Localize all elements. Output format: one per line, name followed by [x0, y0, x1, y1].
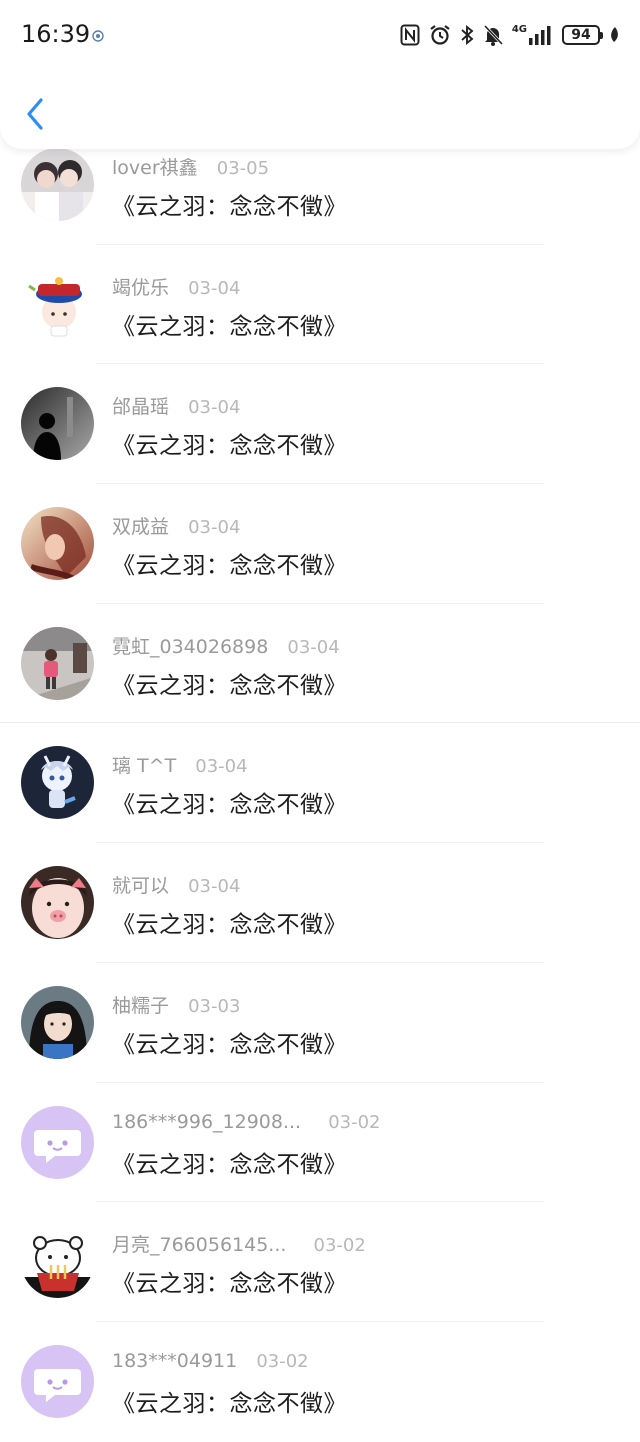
- leaf-icon: [609, 25, 621, 45]
- item-meta: 就可以 03-04: [112, 871, 240, 898]
- avatar[interactable]: [21, 1344, 94, 1418]
- item-title: 《云之羽：念念不徵》: [112, 1390, 347, 1417]
- list-item[interactable]: 霓虹_034026898 03-04 《云之羽：念念不徵》: [0, 604, 640, 724]
- avatar[interactable]: [21, 1105, 94, 1179]
- item-title: 《云之羽：念念不徵》: [112, 433, 347, 460]
- user-list: lover祺鑫 03-05 《云之羽：念念不徵》 竭优乐 03-04 《云之羽：…: [0, 125, 640, 1442]
- list-item[interactable]: 就可以 03-04 《云之羽：念念不徵》: [0, 843, 640, 963]
- item-title: 《云之羽：念念不徵》: [112, 313, 347, 340]
- item-meta: lover祺鑫 03-05: [112, 153, 269, 180]
- item-date: 03-04: [188, 277, 241, 299]
- list-item[interactable]: 竭优乐 03-04 《云之羽：念念不徵》: [0, 245, 640, 365]
- item-title: 《云之羽：念念不徵》: [112, 792, 347, 819]
- alarm-icon: [429, 24, 451, 46]
- avatar[interactable]: [21, 626, 94, 700]
- avatar[interactable]: [21, 267, 94, 341]
- list-item[interactable]: 柚糯子 03-03 《云之羽：念念不徵》: [0, 963, 640, 1083]
- user-name: 双成益: [112, 516, 170, 539]
- item-date: 03-04: [195, 756, 248, 778]
- user-name: 璃 T^T: [112, 755, 177, 778]
- user-name: 霓虹_034026898: [112, 635, 269, 658]
- location-icon: [92, 27, 104, 46]
- avatar[interactable]: [21, 746, 94, 820]
- status-bar: 16:39 4G 94: [0, 0, 640, 68]
- list-item[interactable]: 183***04911 03-02 《云之羽：念念不徵》: [0, 1322, 640, 1442]
- item-meta: 柚糯子 03-03: [112, 991, 240, 1018]
- user-name: 柚糯子: [112, 994, 170, 1017]
- item-meta: 邰晶瑶 03-04: [112, 392, 240, 419]
- item-date: 03-04: [188, 517, 241, 539]
- battery-level: 94: [571, 27, 591, 43]
- user-name: 就可以: [112, 875, 170, 898]
- signal-4g-icon: 4G: [512, 25, 553, 45]
- item-title: 《云之羽：念念不徵》: [112, 553, 347, 580]
- back-button[interactable]: [18, 93, 52, 135]
- mute-bell-icon: [483, 24, 503, 46]
- item-date: 03-04: [188, 876, 241, 898]
- user-name: 竭优乐: [112, 276, 170, 299]
- top-header: 16:39 4G 94: [0, 0, 640, 149]
- avatar[interactable]: [21, 985, 94, 1059]
- nfc-icon: [400, 24, 420, 46]
- user-name: 186***996_12908...: [112, 1110, 302, 1133]
- user-name: 月亮_766056145...: [112, 1234, 287, 1257]
- item-meta: 霓虹_034026898 03-04: [112, 632, 340, 659]
- battery-indicator: 94: [562, 25, 603, 45]
- item-meta: 186***996_12908... 03-02: [112, 1111, 381, 1133]
- list-item[interactable]: 璃 T^T 03-04 《云之羽：念念不徵》: [0, 723, 640, 844]
- list-item[interactable]: 月亮_766056145... 03-02 《云之羽：念念不徵》: [0, 1202, 640, 1322]
- avatar[interactable]: [21, 866, 94, 940]
- status-icons: 4G 94: [400, 22, 621, 48]
- item-title: 《云之羽：念念不徵》: [112, 912, 347, 939]
- item-title: 《云之羽：念念不徵》: [112, 1031, 347, 1058]
- item-meta: 璃 T^T 03-04: [112, 751, 248, 778]
- network-type-label: 4G: [511, 24, 527, 35]
- list-item[interactable]: 双成益 03-04 《云之羽：念念不徵》: [0, 484, 640, 604]
- item-date: 03-02: [313, 1235, 366, 1257]
- item-date: 03-04: [188, 397, 241, 419]
- item-title: 《云之羽：念念不徵》: [112, 1271, 347, 1298]
- list-item[interactable]: 邰晶瑶 03-04 《云之羽：念念不徵》: [0, 364, 640, 485]
- list-item[interactable]: 186***996_12908... 03-02 《云之羽：念念不徵》: [0, 1083, 640, 1203]
- avatar[interactable]: [21, 387, 94, 461]
- item-date: 03-05: [216, 158, 270, 179]
- item-date: 03-02: [328, 1111, 381, 1133]
- item-date: 03-02: [256, 1350, 309, 1372]
- avatar[interactable]: [21, 148, 94, 221]
- item-title: 《云之羽：念念不徵》: [112, 1151, 347, 1178]
- avatar[interactable]: [21, 507, 94, 581]
- user-name: 邰晶瑶: [112, 396, 170, 419]
- user-name: 183***04911: [112, 1349, 238, 1372]
- user-name: lover祺鑫: [112, 157, 198, 179]
- bluetooth-icon: [460, 24, 474, 46]
- avatar[interactable]: [21, 1225, 94, 1299]
- item-date: 03-04: [287, 636, 340, 658]
- item-meta: 双成益 03-04: [112, 512, 240, 539]
- status-time: 16:39: [21, 20, 91, 48]
- item-meta: 竭优乐 03-04: [112, 273, 240, 300]
- item-meta: 183***04911 03-02: [112, 1350, 309, 1372]
- chevron-left-icon: [27, 98, 43, 130]
- item-meta: 月亮_766056145... 03-02: [112, 1230, 366, 1257]
- item-title: 《云之羽：念念不徵》: [112, 672, 347, 699]
- item-date: 03-03: [188, 995, 241, 1017]
- item-title: 《云之羽：念念不徵》: [112, 194, 347, 220]
